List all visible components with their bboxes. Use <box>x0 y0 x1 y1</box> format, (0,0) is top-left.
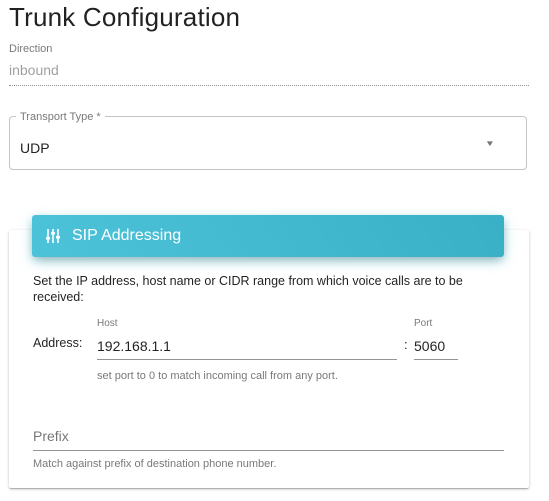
host-port-separator: : <box>404 337 408 352</box>
prefix-hint: Match against prefix of destination phon… <box>33 458 277 470</box>
port-label: Port <box>414 318 433 329</box>
direction-value: inbound <box>9 62 59 78</box>
address-label: Address: <box>33 336 83 350</box>
port-input[interactable] <box>414 333 458 360</box>
transport-type-value: UDP <box>20 140 50 156</box>
page-title: Trunk Configuration <box>9 2 241 32</box>
prefix-input[interactable] <box>33 422 504 451</box>
dropdown-caret-icon: ▼ <box>484 139 496 148</box>
sip-addressing-header: SIP Addressing <box>32 215 504 257</box>
sip-addressing-title: SIP Addressing <box>72 227 182 244</box>
host-label: Host <box>97 318 118 329</box>
sip-description: Set the IP address, host name or CIDR ra… <box>33 274 463 304</box>
transport-type-label: Transport Type * <box>16 111 105 123</box>
sliders-icon <box>44 227 62 245</box>
direction-label: Direction <box>9 43 53 55</box>
transport-type-select[interactable]: UDP ▼ <box>9 116 527 170</box>
host-input[interactable] <box>97 333 397 360</box>
direction-underline <box>9 85 529 86</box>
port-hint: set port to 0 to match incoming call fro… <box>97 370 338 382</box>
